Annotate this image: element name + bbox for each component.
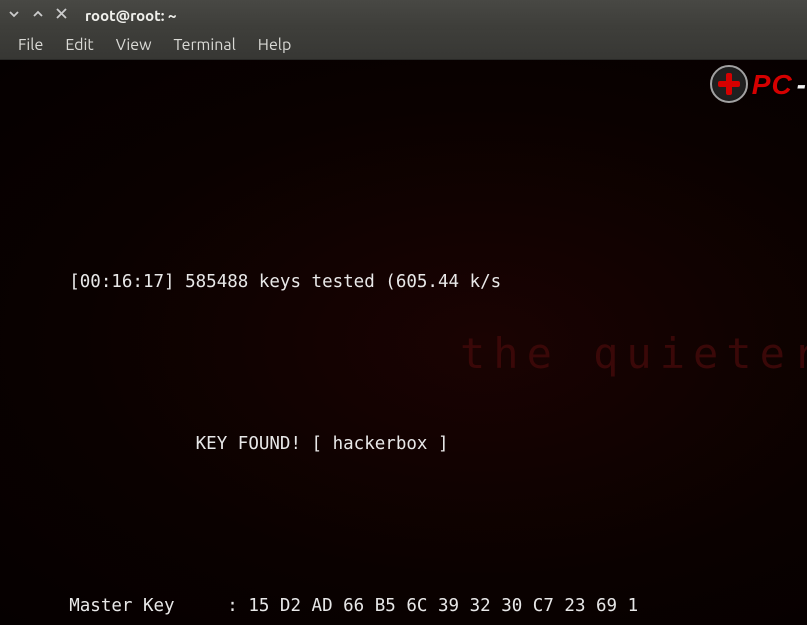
window-controls	[8, 8, 67, 23]
terminal-content: [00:16:17] 585488 keys tested (605.44 k/…	[0, 242, 807, 625]
menu-help[interactable]: Help	[248, 33, 302, 57]
master-key-row: Master Key : 15 D2 AD 66 B5 6C 39 32 30 …	[0, 593, 807, 620]
close-icon[interactable]	[56, 8, 67, 22]
watermark-text-left: PC	[752, 71, 793, 98]
menu-view[interactable]: View	[106, 33, 162, 57]
terminal-area[interactable]: PC- the quieter [00:16:17] 585488 keys t…	[0, 60, 807, 625]
key-found-line: KEY FOUND! [ hackerbox ]	[0, 431, 807, 458]
menu-terminal[interactable]: Terminal	[164, 33, 246, 57]
menu-file[interactable]: File	[8, 33, 53, 57]
blank-line	[0, 485, 807, 512]
master-key-bytes: 15 D2 AD 66 B5 6C 39 32 30 C7 23 69 1	[248, 596, 638, 616]
blank-line	[0, 377, 807, 404]
window-title: root@root: ~	[85, 7, 176, 24]
blank-line	[0, 323, 807, 350]
watermark-logo: PC-	[710, 65, 807, 103]
menu-edit[interactable]: Edit	[55, 33, 103, 57]
menubar: File Edit View Terminal Help	[0, 30, 807, 60]
master-key-label: Master Key :	[6, 596, 248, 616]
minimize-icon[interactable]	[8, 8, 20, 23]
blank-line	[0, 539, 807, 566]
titlebar: root@root: ~	[0, 0, 807, 30]
status-line: [00:16:17] 585488 keys tested (605.44 k/…	[0, 269, 807, 296]
watermark-dash: -	[797, 71, 807, 98]
cross-icon	[710, 65, 748, 103]
maximize-icon[interactable]	[32, 8, 44, 23]
